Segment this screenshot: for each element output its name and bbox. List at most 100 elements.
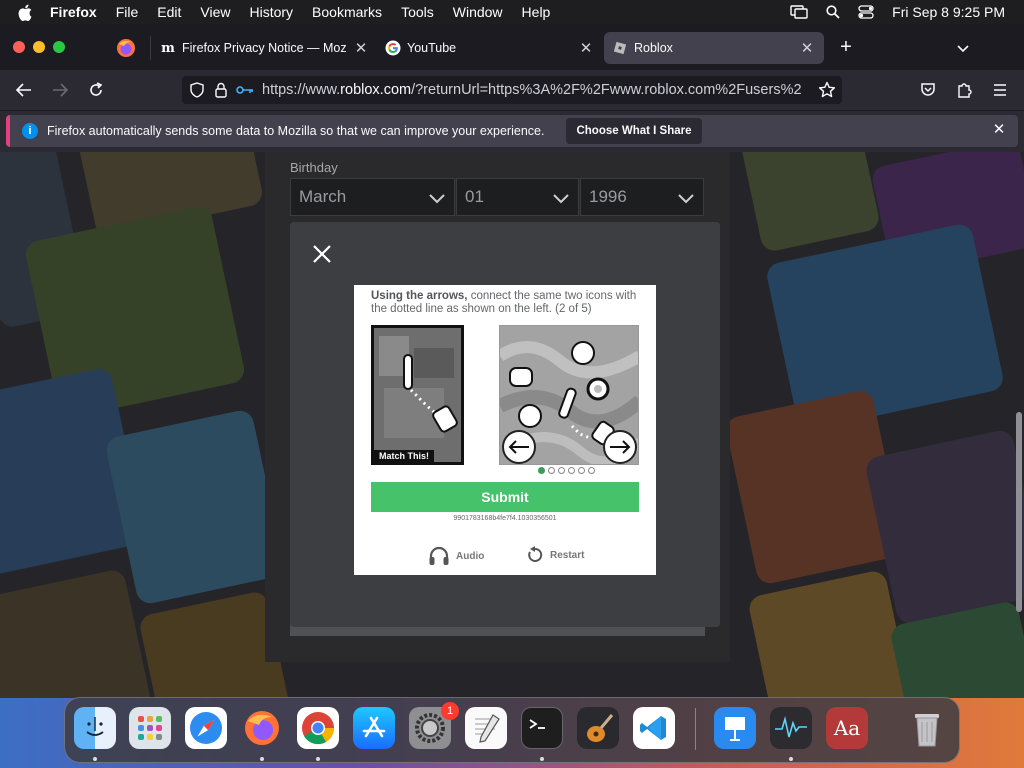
notification-badge: 1 — [441, 702, 459, 720]
menu-view[interactable]: View — [200, 4, 230, 20]
keynote-icon[interactable] — [714, 707, 756, 749]
running-indicator — [540, 757, 544, 761]
google-icon — [385, 40, 401, 56]
lock-icon[interactable] — [212, 81, 230, 99]
vscode-icon[interactable] — [633, 707, 675, 749]
firefox-view-icon[interactable] — [115, 37, 137, 59]
url-prefix: https://www. — [262, 82, 341, 98]
restart-icon — [528, 546, 543, 562]
progress-dot — [578, 467, 585, 474]
menu-app-name[interactable]: Firefox — [50, 4, 97, 20]
list-all-tabs-icon[interactable] — [955, 40, 971, 56]
restart-label: Restart — [550, 549, 585, 561]
chevron-down-icon — [677, 189, 695, 207]
day-value: 01 — [465, 187, 484, 206]
terminal-icon[interactable] — [521, 707, 563, 749]
window-close-button[interactable] — [13, 41, 25, 53]
chevron-down-icon — [428, 189, 446, 207]
menu-tools[interactable]: Tools — [401, 4, 434, 20]
chevron-down-icon — [552, 189, 570, 207]
birthday-month-select[interactable]: March — [290, 178, 455, 216]
forward-button[interactable] — [50, 80, 70, 100]
progress-dots — [538, 467, 598, 474]
hamburger-menu-icon[interactable] — [990, 80, 1010, 100]
menu-window[interactable]: Window — [453, 4, 503, 20]
extensions-icon[interactable] — [954, 80, 974, 100]
running-indicator — [260, 757, 264, 761]
firefox-icon[interactable] — [241, 707, 283, 749]
garageband-icon[interactable] — [577, 707, 619, 749]
tab-roblox[interactable]: Roblox ✕ — [604, 32, 824, 64]
spotlight-search-icon[interactable] — [826, 5, 840, 19]
menu-help[interactable]: Help — [522, 4, 551, 20]
menu-bar: Firefox File Edit View History Bookmarks… — [0, 0, 1024, 24]
session-id: 9901783168b4fe7f4.1030356501 — [453, 515, 557, 522]
instruction-bold: Using the arrows, — [371, 290, 468, 302]
menu-bookmarks[interactable]: Bookmarks — [312, 4, 382, 20]
url-rest: /?returnUrl=https%3A%2F%2Fwww.roblox.com… — [411, 82, 802, 98]
pocket-icon[interactable] — [918, 80, 938, 100]
menu-clock[interactable]: Fri Sep 8 9:25 PM — [892, 4, 1005, 20]
tab-title: YouTube — [407, 41, 457, 55]
tab-title: Roblox — [634, 41, 673, 55]
running-indicator — [316, 757, 320, 761]
submit-button[interactable]: Submit — [371, 482, 639, 512]
dock-separator — [695, 708, 696, 750]
apple-icon[interactable] — [18, 4, 40, 21]
safari-icon[interactable] — [185, 707, 227, 749]
restart-button[interactable]: Restart — [526, 546, 584, 564]
progress-dot — [568, 467, 575, 474]
modal-close-icon[interactable] — [312, 244, 332, 264]
info-icon: i — [22, 123, 38, 139]
screen-mirroring-icon[interactable] — [790, 5, 808, 19]
tab-close-icon[interactable]: ✕ — [798, 39, 816, 57]
app-store-icon[interactable] — [353, 707, 395, 749]
activity-monitor-icon[interactable] — [770, 707, 812, 749]
tab-privacy-notice[interactable]: m Firefox Privacy Notice — Mozilla ✕ — [160, 32, 370, 64]
chrome-icon[interactable] — [297, 707, 339, 749]
example-illustration — [374, 328, 461, 462]
tab-separator — [150, 36, 151, 60]
birthday-label: Birthday — [290, 160, 338, 175]
tab-close-icon[interactable]: ✕ — [352, 39, 370, 57]
dictionary-icon[interactable]: Aa — [826, 707, 868, 749]
window-minimize-button[interactable] — [33, 41, 45, 53]
url-text[interactable]: https://www.roblox.com/?returnUrl=https%… — [262, 82, 802, 98]
trash-icon[interactable] — [906, 707, 948, 749]
match-this-label: Match This! — [374, 450, 435, 462]
reload-button[interactable] — [86, 80, 106, 100]
arrow-right-button[interactable] — [603, 430, 637, 464]
textedit-icon[interactable] — [465, 707, 507, 749]
bookmark-star-icon[interactable] — [818, 81, 836, 99]
year-value: 1996 — [589, 187, 627, 206]
control-center-icon[interactable] — [858, 5, 874, 19]
birthday-day-select[interactable]: 01 — [456, 178, 579, 216]
finder-icon[interactable] — [74, 707, 116, 749]
captcha-instructions: Using the arrows, connect the same two i… — [371, 290, 641, 316]
notification-message: Firefox automatically sends some data to… — [47, 124, 545, 138]
tab-close-icon[interactable]: ✕ — [577, 39, 595, 57]
choose-what-i-share-button[interactable]: Choose What I Share — [566, 118, 702, 144]
arrow-left-button[interactable] — [502, 430, 536, 464]
key-icon[interactable] — [236, 81, 254, 99]
menu-file[interactable]: File — [116, 4, 139, 20]
back-button[interactable] — [14, 80, 34, 100]
notification-box: i Firefox automatically sends some data … — [6, 115, 1018, 147]
audio-label: Audio — [456, 550, 485, 562]
close-icon[interactable]: ✕ — [992, 122, 1006, 137]
running-indicator — [789, 757, 793, 761]
puzzle-image[interactable] — [499, 325, 639, 465]
scrollbar-thumb[interactable] — [1016, 412, 1022, 612]
menu-edit[interactable]: Edit — [157, 4, 181, 20]
birthday-year-select[interactable]: 1996 — [580, 178, 704, 216]
url-bar[interactable]: https://www.roblox.com/?returnUrl=https%… — [182, 76, 842, 104]
menu-history[interactable]: History — [249, 4, 293, 20]
tracking-protection-icon[interactable] — [188, 81, 206, 99]
captcha-challenge: Using the arrows, connect the same two i… — [354, 285, 656, 575]
tab-youtube[interactable]: YouTube ✕ — [385, 32, 595, 64]
new-tab-button[interactable]: + — [836, 37, 856, 57]
audio-button[interactable]: Audio — [428, 546, 484, 566]
window-maximize-button[interactable] — [53, 41, 65, 53]
progress-dot — [588, 467, 595, 474]
launchpad-icon[interactable] — [129, 707, 171, 749]
